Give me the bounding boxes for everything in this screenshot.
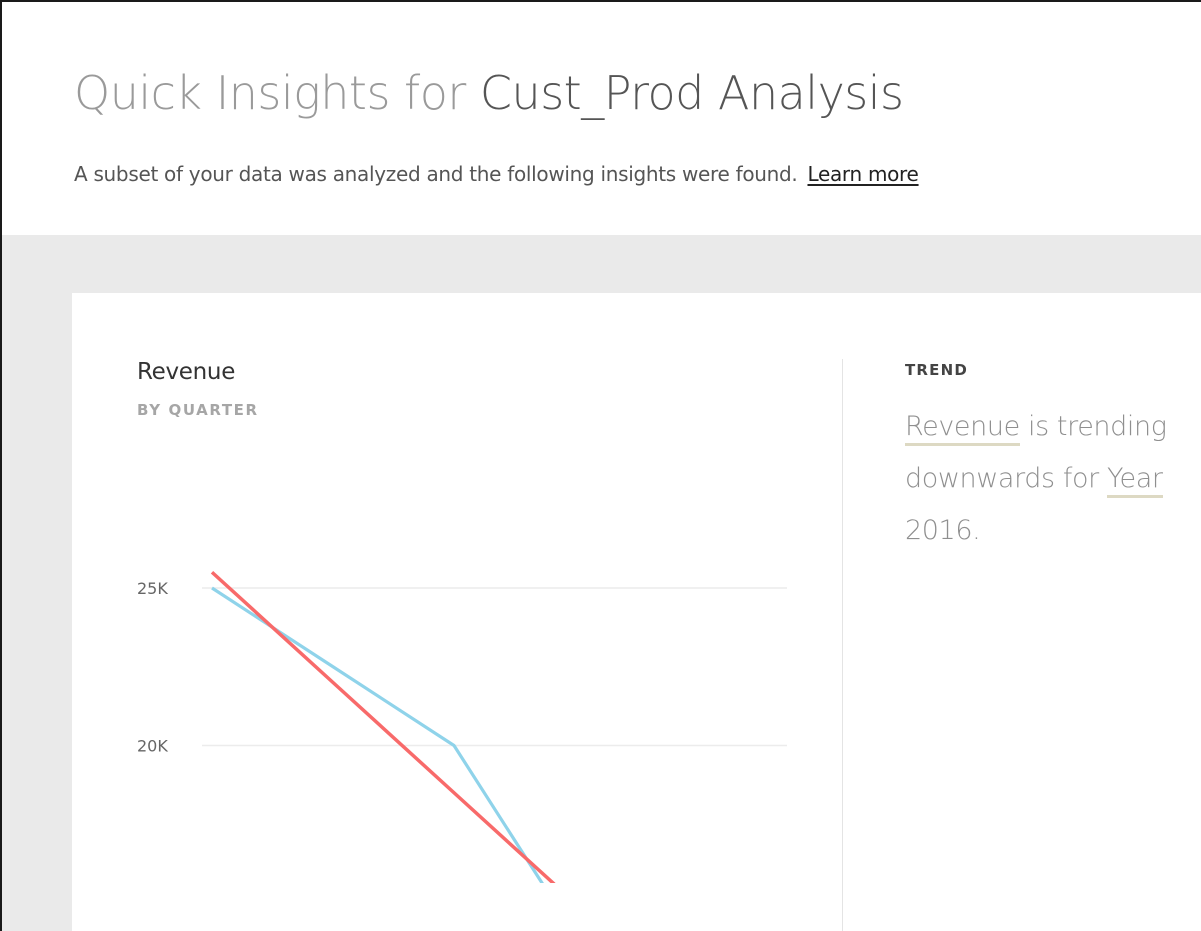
insight-description: Revenue is trending downwards for Year 2… [905,401,1201,557]
description-text: A subset of your data was analyzed and t… [74,162,798,186]
trend-series-line [210,570,556,883]
visual-subtitle: BY QUARTER [137,401,259,419]
insight-field: Year [1107,463,1163,498]
insight-card[interactable]: Revenue BY QUARTER 25K20K15K24 TREND Rev… [72,293,1201,931]
y-tick-label: 20K [137,737,168,756]
insight-text-end: 2016. [905,515,981,546]
insight-type-label: TREND [905,361,969,379]
learn-more-link[interactable]: Learn more [807,162,918,186]
insights-canvas: Revenue BY QUARTER 25K20K15K24 TREND Rev… [2,235,1201,931]
insight-measure: Revenue [905,411,1020,446]
quick-insights-window: Quick Insights for Cust_Prod Analysis A … [0,0,1201,931]
page-description: A subset of your data was analyzed and t… [74,162,919,186]
page-header: Quick Insights for Cust_Prod Analysis A … [2,2,1201,235]
card-divider [842,359,843,931]
dataset-name: Cust_Prod Analysis [479,66,904,120]
page-title-prefix: Quick Insights for [74,66,480,120]
revenue-line-chart: 25K20K15K24 [137,570,787,883]
visual-title: Revenue [137,359,236,385]
y-tick-label: 25K [137,579,168,598]
page-title: Quick Insights for Cust_Prod Analysis [74,66,904,120]
